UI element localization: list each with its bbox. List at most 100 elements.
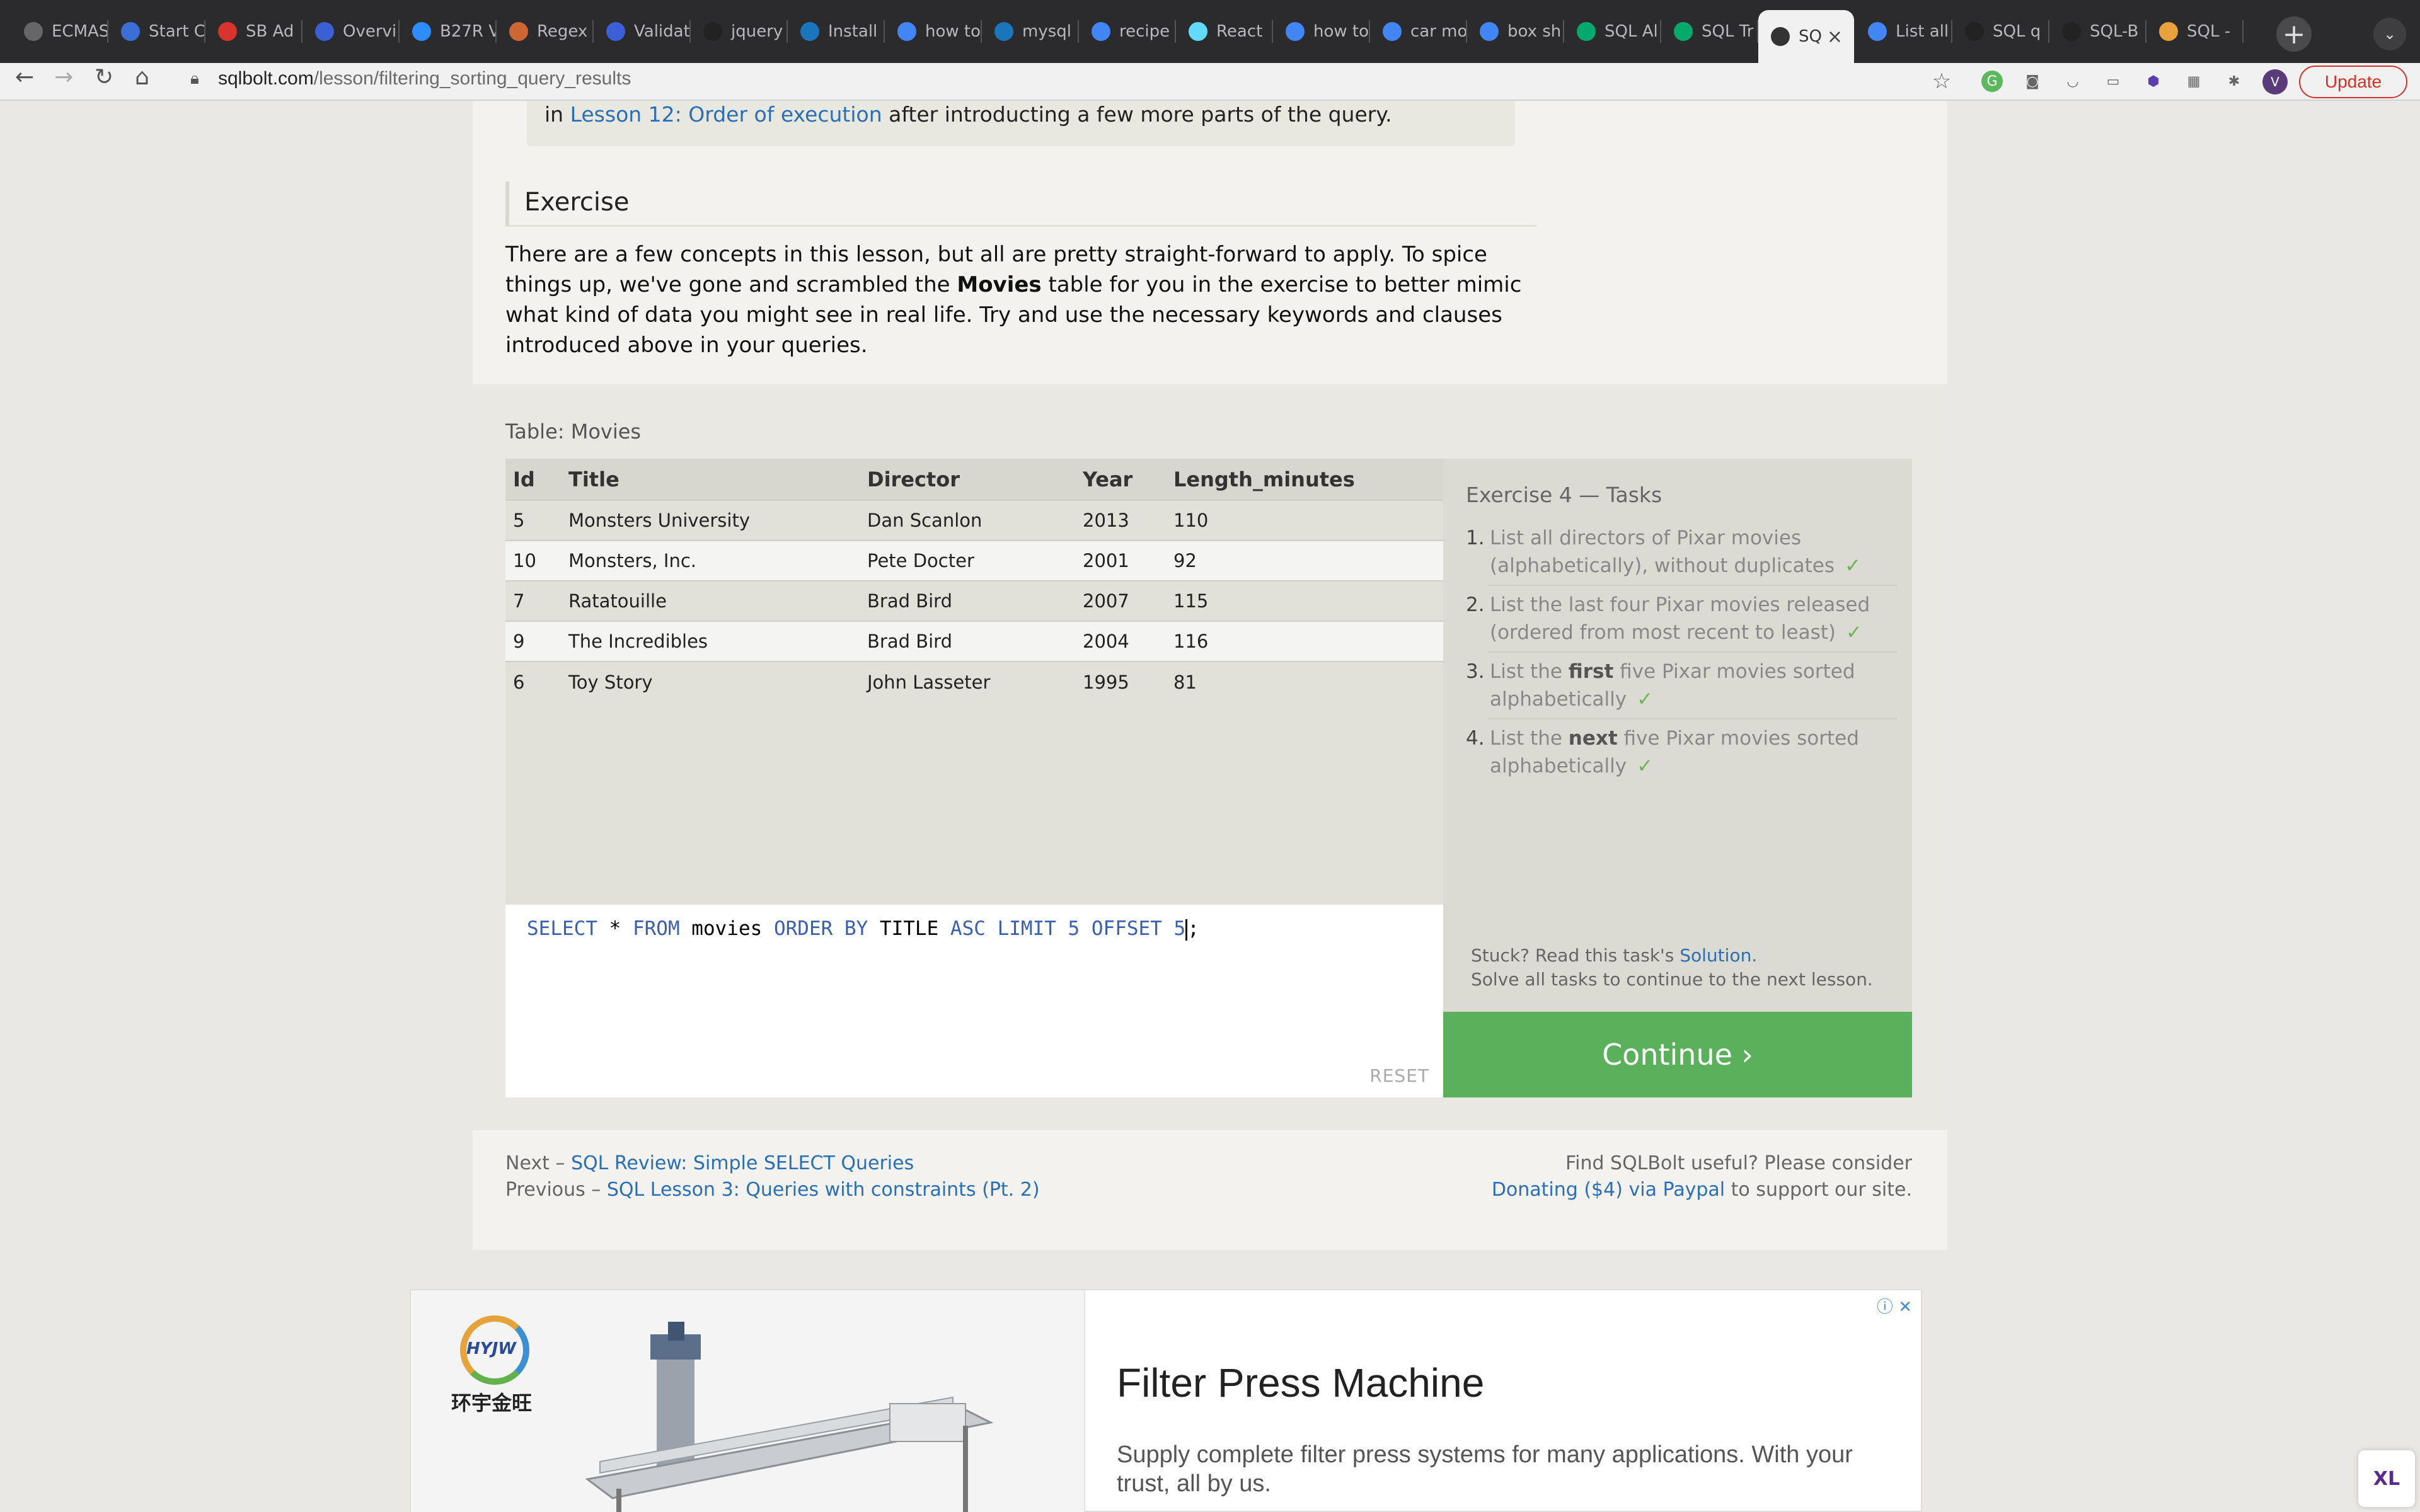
note-prefix: in	[544, 102, 570, 127]
home-icon[interactable]: ⌂	[135, 64, 149, 90]
task-number: 4.	[1466, 727, 1485, 750]
close-tab-icon[interactable]: ×	[1827, 26, 1843, 48]
tab-label: recipe	[1119, 22, 1170, 41]
browser-tab[interactable]: Regex	[497, 13, 592, 50]
screen-icon[interactable]: ▭	[2102, 71, 2124, 92]
advertisement[interactable]: HYJW 环宇金旺 Filter Press Machine Supply co…	[410, 1289, 1922, 1512]
browser-tab[interactable]: SB Ad	[205, 13, 301, 50]
next-lesson-link[interactable]: SQL Review: Simple SELECT Queries	[571, 1152, 914, 1174]
browser-tab[interactable]: how to	[885, 13, 981, 50]
tab-label: jquery	[731, 22, 783, 41]
browser-tab[interactable]: Install	[788, 13, 884, 50]
table-cell: Ratatouille	[561, 580, 860, 621]
donate-link[interactable]: Donating ($4) via Paypal	[1492, 1179, 1725, 1201]
url-path: /lesson/filtering_sorting_query_results	[313, 68, 631, 89]
task-item: 2. List the last four Pixar movies releas…	[1466, 591, 1897, 646]
camera-icon[interactable]: ◙	[2022, 71, 2043, 92]
grammarly-icon[interactable]: G	[1981, 71, 2003, 92]
hexagon-extension-icon[interactable]: ⬢	[2143, 71, 2164, 92]
tab-search-button[interactable]: ⌄	[2373, 18, 2406, 50]
lesson-12-link[interactable]: Lesson 12: Order of execution	[570, 102, 882, 127]
address-bar[interactable]: sqlbolt.com/lesson/filtering_sorting_que…	[218, 68, 631, 89]
browser-tab[interactable]: Validat	[594, 13, 689, 50]
pocket-icon[interactable]: ◡	[2062, 71, 2083, 92]
browser-tab[interactable]: box sh	[1467, 13, 1563, 50]
sql-editor[interactable]: SELECT * FROM movies ORDER BY TITLE ASC …	[505, 905, 1443, 1097]
table-cell: Brad Bird	[860, 580, 1075, 621]
ad-info-icon[interactable]: ⓘ	[1877, 1298, 1893, 1317]
browser-tab[interactable]: jquery	[691, 13, 786, 50]
flag-icon	[121, 22, 140, 41]
feather-icon	[800, 22, 819, 41]
column-header: Year	[1075, 459, 1166, 500]
table-cell: 2004	[1075, 621, 1166, 662]
shield-icon	[315, 22, 334, 41]
browser-tab[interactable]: SQL -	[2146, 13, 2242, 50]
browser-tab[interactable]: SQL Tr	[1661, 13, 1757, 50]
reset-button[interactable]: RESET	[1369, 1065, 1429, 1086]
browser-tab[interactable]: SQL q	[1952, 13, 2048, 50]
continue-button[interactable]: Continue ›	[1443, 1012, 1912, 1097]
github-icon	[703, 22, 722, 41]
new-tab-button[interactable]: +	[2276, 16, 2312, 52]
table-cell: Brad Bird	[860, 621, 1075, 662]
browser-tab[interactable]: SQL-B	[2049, 13, 2145, 50]
sql-query-text[interactable]: SELECT * FROM movies ORDER BY TITLE ASC …	[527, 917, 1199, 941]
movies-table: Id Title Director Year Length_minutes 5 Monst…	[505, 459, 1443, 702]
back-icon[interactable]: ←	[15, 64, 34, 90]
next-prefix: Next –	[505, 1152, 571, 1174]
table-cell: 9	[505, 621, 561, 662]
lock-icon[interactable]: 🔒︎	[190, 69, 199, 89]
tab-label: Regex	[537, 22, 588, 41]
ad-text[interactable]: Supply complete filter press systems for…	[1117, 1440, 1898, 1498]
browser-tab[interactable]: Start C	[108, 13, 204, 50]
google-icon	[1383, 22, 1402, 41]
xl-badge[interactable]: XL	[2358, 1450, 2415, 1507]
table-header-row: Id Title Director Year Length_minutes	[505, 459, 1443, 500]
forward-icon[interactable]: →	[54, 64, 73, 90]
task-item: 3. List the first five Pixar movies sorte…	[1466, 658, 1897, 713]
browser-tab[interactable]: car mo	[1370, 13, 1466, 50]
browser-tab[interactable]: React	[1176, 13, 1272, 50]
ad-close-icon[interactable]: ✕	[1898, 1298, 1912, 1317]
previous-lesson-link[interactable]: SQL Lesson 3: Queries with constraints (…	[607, 1179, 1040, 1201]
tab-separator	[2242, 20, 2244, 43]
browser-tab[interactable]: Overvi	[302, 13, 398, 50]
solution-link[interactable]: Solution	[1680, 945, 1751, 966]
sql-keyword: SELECT	[527, 917, 597, 940]
bookmark-star-icon[interactable]: ☆	[1931, 69, 1952, 94]
task-number: 1.	[1466, 527, 1485, 549]
ad-info-close[interactable]: ⓘ ✕	[1877, 1294, 1912, 1317]
tab-label: box sh	[1507, 22, 1562, 41]
browser-tab[interactable]: SQL Al	[1564, 13, 1660, 50]
tab-label: Validat	[634, 22, 689, 41]
browser-tab[interactable]: ECMAS	[11, 13, 107, 50]
extensions-puzzle-icon[interactable]: ✱	[2223, 71, 2245, 92]
browser-tab[interactable]: B27R V	[400, 13, 495, 50]
update-button[interactable]: Update	[2299, 66, 2407, 98]
task-item: 1. List all directors of Pixar movies (al…	[1466, 524, 1897, 580]
browser-tab[interactable]: List all	[1855, 13, 1951, 50]
stuck-help: Stuck? Read this task's Solution. Solve a…	[1471, 944, 1873, 992]
regex-icon	[509, 22, 528, 41]
profile-avatar[interactable]: V	[2262, 69, 2288, 94]
reload-icon[interactable]: ↻	[95, 64, 113, 90]
ad-image[interactable]: HYJW 环宇金旺	[411, 1290, 1085, 1512]
task-number: 2.	[1466, 593, 1485, 616]
task-divider	[1487, 718, 1897, 719]
browser-tab[interactable]: SQ ×	[1758, 10, 1854, 63]
table-cell: 1995	[1075, 661, 1166, 702]
table-cell: 116	[1166, 621, 1443, 662]
github-icon	[1965, 22, 1984, 41]
task-text: List the last four Pixar movies released…	[1490, 593, 1870, 644]
browser-tab[interactable]: mysql	[982, 13, 1078, 50]
browser-tab[interactable]: how to	[1273, 13, 1369, 50]
ad-title[interactable]: Filter Press Machine	[1117, 1360, 1484, 1406]
tab-label: mysql	[1022, 22, 1071, 41]
s-logo-icon	[218, 22, 237, 41]
google-icon	[1480, 22, 1499, 41]
browser-tab[interactable]: recipe	[1079, 13, 1175, 50]
video-icon	[412, 22, 431, 41]
grid-extension-icon[interactable]: ▦	[2183, 71, 2204, 92]
tab-label: SQL Al	[1605, 22, 1658, 41]
